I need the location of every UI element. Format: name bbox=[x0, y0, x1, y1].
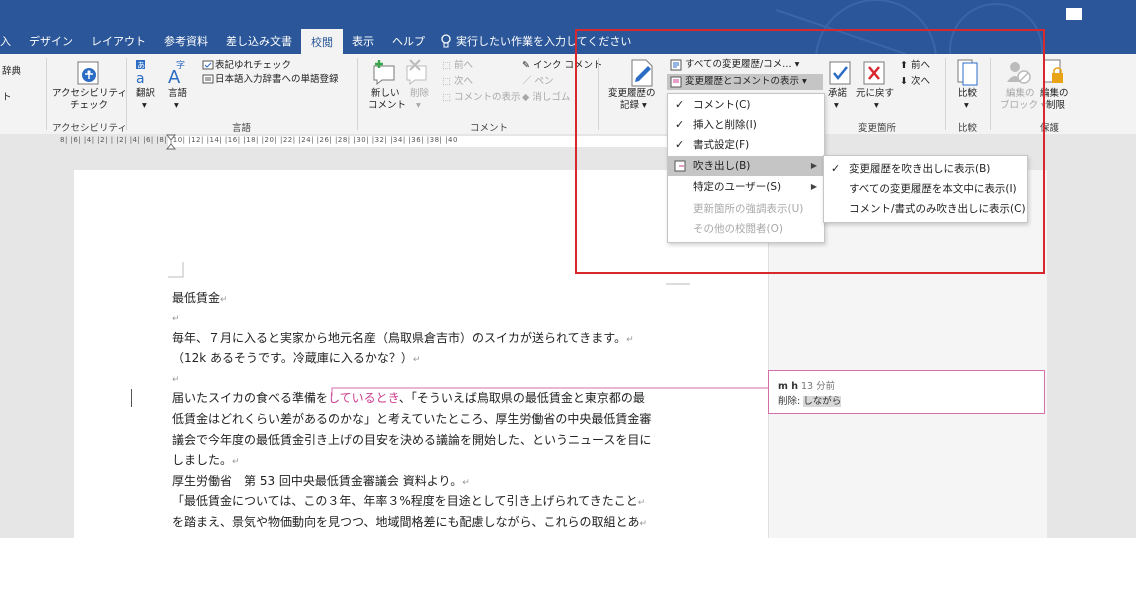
tab-references[interactable]: 参考資料 bbox=[155, 30, 217, 52]
annotation-highlight-box bbox=[575, 29, 1045, 274]
delete-comment-icon bbox=[406, 59, 427, 86]
new-comment-button[interactable]: 新しい bbox=[371, 88, 400, 99]
accessibility-check-button-line2[interactable]: チェック bbox=[70, 100, 108, 111]
tab-help[interactable]: ヘルプ bbox=[383, 30, 434, 52]
ribbon-left-bottom[interactable]: ト bbox=[2, 92, 12, 103]
language-icon: A 字 bbox=[168, 59, 185, 86]
ribbon-left-top[interactable]: 辞典 bbox=[2, 66, 21, 77]
doc-line-1[interactable]: 毎年、７月に入ると実家から地元名産（鳥取県倉吉市）のスイカが送られてきます。↵ bbox=[172, 329, 634, 346]
doc-line-7[interactable]: 厚生労働省 第 53 回中央最低賃金審議会 資料より。↵ bbox=[172, 472, 470, 489]
indent-marker-icon[interactable] bbox=[166, 134, 176, 150]
eraser-button[interactable]: ◆ 消しゴム bbox=[522, 92, 570, 103]
doc-line-5[interactable]: 議会で今年度の最低賃金引き上げの目安を決める議論を開始した、というニュースを目に bbox=[172, 431, 651, 448]
show-comments-button[interactable]: ⬚ コメントの表示 bbox=[442, 92, 521, 103]
ruler-numbers: 8| |6| |4| |2| | |2| |4| |6| |8| |10| |1… bbox=[60, 136, 458, 144]
new-comment-button-line2[interactable]: コメント bbox=[368, 100, 406, 111]
group-label-language: 言語 bbox=[232, 123, 252, 134]
translate-icon: あ a bbox=[136, 60, 145, 86]
group-separator bbox=[46, 58, 47, 130]
next-comment-button[interactable]: ⬚ 次へ bbox=[442, 76, 473, 87]
doc-empty-line[interactable]: ↵ bbox=[172, 310, 180, 324]
translate-button[interactable]: 翻訳 bbox=[136, 88, 155, 99]
svg-text:あ: あ bbox=[137, 61, 145, 70]
doc-title-line[interactable]: 最低賃金↵ bbox=[172, 289, 228, 306]
dictionary-register-button[interactable]: 日本語入力辞書への単語登録 bbox=[215, 74, 339, 85]
balloon-time: 13 分前 bbox=[801, 381, 836, 392]
balloon-deleted-text: しながら bbox=[803, 396, 842, 407]
doc-empty-line[interactable]: ↵ bbox=[172, 371, 180, 385]
doc-line-4[interactable]: 低賃金はどれくらい差があるのかな」と考えていたところ、厚生労働省の中央最低賃金審 bbox=[172, 410, 651, 427]
group-separator bbox=[357, 58, 358, 130]
tab-review[interactable]: 校閲 bbox=[301, 29, 343, 54]
balloon-connector-line bbox=[331, 387, 768, 396]
group-label-comments: コメント bbox=[470, 123, 509, 134]
hyoki-check-button[interactable]: 表記ゆれチェック bbox=[215, 60, 291, 71]
revision-balloon[interactable]: m h 13 分前 削除: しながら bbox=[768, 370, 1045, 414]
doc-line-2[interactable]: （12k あるそうです。冷蔵庫に入るかな？）↵ bbox=[172, 349, 420, 366]
group-separator bbox=[126, 58, 127, 130]
tab-design[interactable]: デザイン bbox=[20, 30, 82, 52]
delete-comment-arrow[interactable]: ▾ bbox=[416, 100, 421, 111]
change-bar bbox=[131, 389, 132, 407]
doc-line-8[interactable]: 「最低賃金については、この３年、年率３%程度を目途として引き上げられてきたこと↵ bbox=[172, 492, 645, 509]
language-dropdown-arrow[interactable]: ▾ bbox=[174, 100, 179, 111]
delete-comment-button[interactable]: 削除 bbox=[410, 88, 429, 99]
language-button[interactable]: 言語 bbox=[168, 88, 187, 99]
ribbon-tabs: 入 デザイン レイアウト 参考資料 差し込み文書 校閲 表示 ヘルプ 実行したい… bbox=[0, 28, 631, 54]
spelling-check-icon bbox=[202, 60, 214, 70]
balloon-author: m h bbox=[778, 381, 798, 392]
accessibility-check-icon bbox=[77, 61, 99, 85]
prev-comment-button[interactable]: ⬚ 前へ bbox=[442, 60, 473, 71]
balloon-label: 削除: bbox=[778, 396, 801, 407]
balloon-body: 削除: しながら bbox=[778, 393, 842, 407]
pen-button[interactable]: ／ ペン bbox=[522, 76, 554, 87]
restrict-editing-icon bbox=[1043, 59, 1063, 83]
below-window-area bbox=[0, 538, 1136, 606]
balloon-header: m h 13 分前 bbox=[778, 378, 835, 392]
group-label-accessibility: アクセシビリティ bbox=[52, 123, 127, 134]
tab-insert[interactable]: 入 bbox=[0, 30, 20, 52]
restrict-editing-button-line2[interactable]: 制限 bbox=[1046, 100, 1065, 111]
doc-line-9[interactable]: を踏まえ、景気や物価動向を見つつ、地域間格差にも配慮しながら、これらの取組とあ↵ bbox=[172, 513, 647, 530]
accessibility-check-button[interactable]: アクセシビリティ bbox=[52, 88, 127, 99]
svg-text:字: 字 bbox=[176, 59, 185, 71]
lightbulb-icon bbox=[441, 34, 451, 48]
tab-view[interactable]: 表示 bbox=[343, 30, 383, 52]
doc-line-6[interactable]: しました。↵ bbox=[172, 451, 240, 468]
tab-mailings[interactable]: 差し込み文書 bbox=[217, 30, 301, 52]
svg-text:a: a bbox=[136, 71, 145, 86]
page-margin-corner bbox=[168, 262, 184, 278]
translate-dropdown-arrow[interactable]: ▾ bbox=[142, 100, 147, 111]
tab-layout[interactable]: レイアウト bbox=[82, 30, 155, 52]
dictionary-register-icon bbox=[202, 74, 214, 84]
new-comment-icon bbox=[373, 60, 395, 86]
